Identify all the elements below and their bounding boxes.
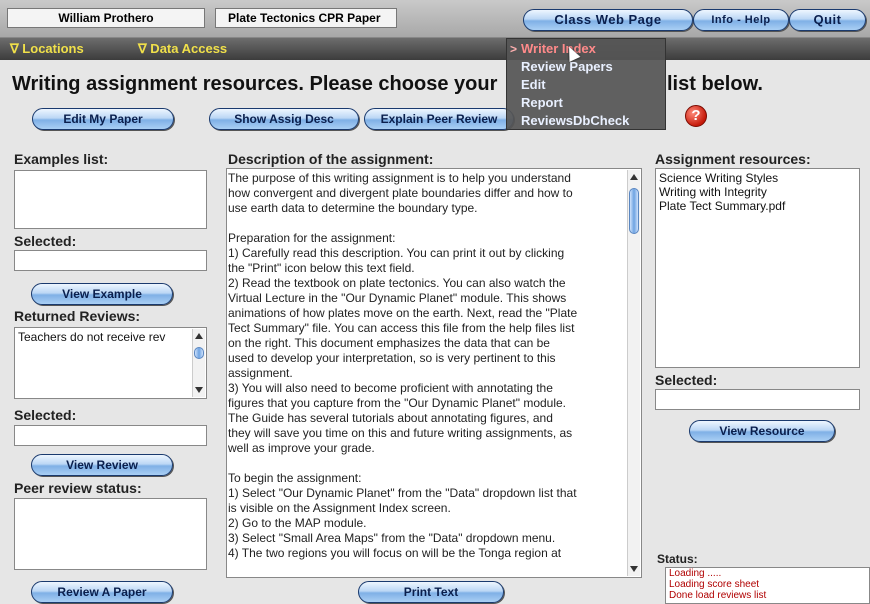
- quit-button[interactable]: Quit: [789, 9, 866, 31]
- list-item[interactable]: Writing with Integrity: [656, 185, 859, 199]
- class-web-page-dropdown: > Writer Index Review Papers Edit Report…: [506, 38, 666, 130]
- selected-example-label: Selected:: [14, 233, 77, 249]
- status-line: Loading score sheet: [669, 579, 760, 590]
- help-icon[interactable]: ?: [685, 105, 707, 127]
- status-log: Loading ..... Loading score sheet Done l…: [665, 567, 870, 604]
- description-scrollbar[interactable]: [627, 170, 640, 576]
- menu-item-reviewsdbcheck[interactable]: ReviewsDbCheck: [521, 113, 629, 128]
- dropdown-pointer-icon: >: [510, 42, 518, 56]
- info-help-button[interactable]: Info - Help: [693, 9, 789, 31]
- edit-my-paper-button[interactable]: Edit My Paper: [32, 108, 174, 130]
- status-label: Status:: [657, 552, 698, 566]
- returned-reviews-scrollbar[interactable]: [192, 329, 205, 397]
- peer-review-status-label: Peer review status:: [14, 480, 142, 496]
- class-web-page-button[interactable]: Class Web Page: [523, 9, 693, 31]
- review-a-paper-button[interactable]: Review A Paper: [31, 581, 173, 603]
- locations-menu[interactable]: ∇ Locations: [10, 41, 84, 57]
- print-text-button[interactable]: Print Text: [358, 581, 504, 603]
- scroll-thumb[interactable]: [194, 347, 204, 359]
- scroll-down-icon[interactable]: [630, 566, 638, 572]
- returned-reviews-list[interactable]: Teachers do not receive rev: [14, 327, 207, 399]
- menu-item-review-papers[interactable]: Review Papers: [521, 59, 613, 74]
- view-example-button[interactable]: View Example: [31, 283, 173, 305]
- view-review-button[interactable]: View Review: [31, 454, 173, 476]
- data-access-menu[interactable]: ∇ Data Access: [138, 41, 227, 57]
- menu-bar: ∇ Locations ∇ Data Access: [0, 38, 870, 60]
- show-assig-desc-button[interactable]: Show Assig Desc: [209, 108, 359, 130]
- explain-peer-review-button[interactable]: Explain Peer Review: [364, 108, 514, 130]
- description-text: The purpose of this writing assignment i…: [228, 171, 578, 560]
- scroll-up-icon[interactable]: [195, 333, 203, 339]
- scroll-up-icon[interactable]: [630, 174, 638, 180]
- assignment-resources-label: Assignment resources:: [655, 151, 811, 167]
- returned-reviews-text: Teachers do not receive rev: [18, 330, 166, 344]
- examples-list-label: Examples list:: [14, 151, 109, 167]
- menu-item-report[interactable]: Report: [521, 95, 563, 110]
- assignment-resources-list[interactable]: Science Writing Styles Writing with Inte…: [655, 168, 860, 368]
- description-text-area[interactable]: The purpose of this writing assignment i…: [226, 168, 642, 578]
- view-resource-button[interactable]: View Resource: [689, 420, 835, 442]
- selected-review-label: Selected:: [14, 407, 77, 423]
- top-bar: William Prothero Plate Tectonics CPR Pap…: [0, 0, 870, 38]
- returned-reviews-label: Returned Reviews:: [14, 308, 141, 324]
- selected-example-field[interactable]: [14, 250, 207, 271]
- menu-item-writer-index[interactable]: Writer Index: [521, 41, 596, 56]
- description-label: Description of the assignment:: [228, 151, 434, 167]
- menu-item-edit[interactable]: Edit: [521, 77, 546, 92]
- user-name-tab: William Prothero: [7, 8, 205, 28]
- page-heading: Writing assignment resources. Please cho…: [12, 73, 498, 95]
- selected-resource-field[interactable]: [655, 389, 860, 410]
- selected-review-field[interactable]: [14, 425, 207, 446]
- list-item[interactable]: Plate Tect Summary.pdf: [656, 199, 859, 215]
- paper-title-tab: Plate Tectonics CPR Paper: [215, 8, 397, 28]
- examples-list[interactable]: [14, 170, 207, 229]
- scroll-down-icon[interactable]: [195, 387, 203, 393]
- selected-resource-label: Selected:: [655, 372, 718, 388]
- scroll-thumb[interactable]: [629, 188, 639, 234]
- page-heading-tail: list below.: [667, 73, 763, 95]
- peer-review-status-list[interactable]: [14, 498, 207, 570]
- status-line: Done load reviews list: [669, 590, 767, 601]
- list-item[interactable]: Science Writing Styles: [656, 169, 859, 185]
- status-line: Loading .....: [669, 568, 722, 579]
